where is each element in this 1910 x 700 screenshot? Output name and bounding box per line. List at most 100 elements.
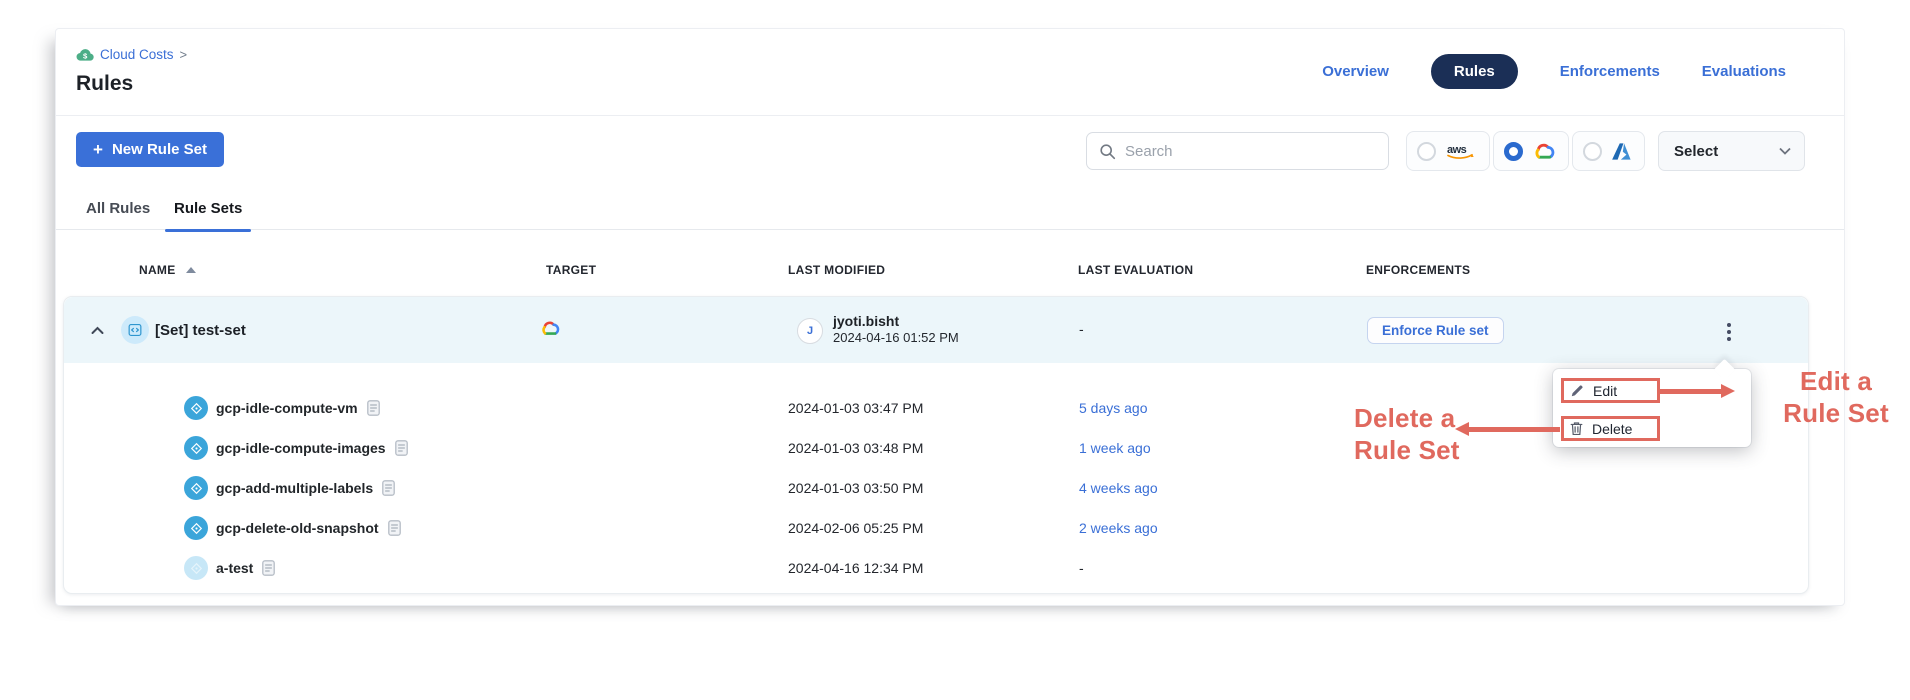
provider-filter-gcp[interactable] <box>1493 131 1569 171</box>
annotation-delete-line2: Rule Set <box>1354 434 1460 466</box>
annotation-arrow-to-edit <box>1660 389 1722 394</box>
notes-icon[interactable] <box>262 560 275 576</box>
azure-logo-icon <box>1610 142 1632 161</box>
rule-set-last-evaluation: - <box>1079 321 1084 337</box>
rule-set-group: [Set] test-set J jyoti.bisht 2024-04-16 … <box>63 296 1809 594</box>
svg-text:$: $ <box>83 51 88 60</box>
collapse-chevron-up-icon[interactable] <box>88 321 106 339</box>
rule-set-icon <box>121 316 149 344</box>
rule-icon <box>184 516 208 540</box>
radio-unselected-icon <box>1583 142 1602 161</box>
nav-evaluations[interactable]: Evaluations <box>1702 63 1786 80</box>
rule-last-modified: 2024-01-03 03:47 PM <box>788 400 923 416</box>
rule-name: gcp-add-multiple-labels <box>216 480 373 496</box>
search-box <box>1086 132 1389 170</box>
rule-name-wrap: gcp-idle-compute-images <box>216 428 408 468</box>
rule-row[interactable]: a-test 2024-04-16 12:34 PM - <box>64 548 1808 588</box>
modified-at-time: 2024-04-16 01:52 PM <box>833 330 959 346</box>
provider-filter-azure[interactable] <box>1572 131 1645 171</box>
menu-item-delete-label: Delete <box>1592 421 1632 437</box>
pencil-icon <box>1570 384 1584 398</box>
cloud-costs-icon: $ <box>76 48 94 62</box>
header: $ Cloud Costs > Rules Overview Rules Enf… <box>56 29 1844 116</box>
tab-all-rules[interactable]: All Rules <box>86 186 150 230</box>
annotation-edit-line2: Rule Set <box>1748 397 1910 429</box>
annotation-edit-a-rule-set: Edit a Rule Set <box>1748 365 1910 429</box>
rules-list: gcp-idle-compute-vm 2024-01-03 03:47 PM … <box>64 388 1808 588</box>
rule-icon <box>184 396 208 420</box>
main-card: $ Cloud Costs > Rules Overview Rules Enf… <box>55 28 1845 606</box>
new-rule-set-button[interactable]: + New Rule Set <box>76 132 224 167</box>
tab-rule-sets[interactable]: Rule Sets <box>174 186 242 230</box>
rule-name-wrap: gcp-add-multiple-labels <box>216 468 395 508</box>
nav-enforcements[interactable]: Enforcements <box>1560 63 1660 80</box>
svg-text:aws: aws <box>1447 144 1467 156</box>
column-header-name[interactable]: NAME <box>139 263 196 277</box>
rule-row[interactable]: gcp-add-multiple-labels 2024-01-03 03:50… <box>64 468 1808 508</box>
radio-selected-icon <box>1504 142 1523 161</box>
rule-set-row[interactable]: [Set] test-set J jyoti.bisht 2024-04-16 … <box>64 297 1808 363</box>
rule-name: a-test <box>216 560 253 576</box>
rule-last-evaluation[interactable]: - <box>1079 560 1084 576</box>
provider-filter-aws[interactable]: aws <box>1406 131 1490 171</box>
sort-asc-icon <box>186 267 196 273</box>
menu-item-edit-label: Edit <box>1593 383 1617 399</box>
column-header-last-evaluation: LAST EVALUATION <box>1078 263 1193 277</box>
notes-icon[interactable] <box>395 440 408 456</box>
rule-row[interactable]: gcp-delete-old-snapshot 2024-02-06 05:25… <box>64 508 1808 548</box>
rule-name-wrap: gcp-idle-compute-vm <box>216 388 380 428</box>
rule-row[interactable]: gcp-idle-compute-images 2024-01-03 03:48… <box>64 428 1808 468</box>
notes-icon[interactable] <box>388 520 401 536</box>
menu-item-edit[interactable]: Edit <box>1561 378 1660 403</box>
last-modified-cell: jyoti.bisht 2024-04-16 01:52 PM <box>833 313 959 346</box>
rule-last-modified: 2024-02-06 05:25 PM <box>788 520 923 536</box>
nav-rules[interactable]: Rules <box>1431 54 1518 89</box>
rule-last-evaluation[interactable]: 1 week ago <box>1079 440 1151 456</box>
column-header-enforcements: ENFORCEMENTS <box>1366 263 1470 277</box>
radio-unselected-icon <box>1417 142 1436 161</box>
rule-last-modified: 2024-01-03 03:48 PM <box>788 440 923 456</box>
rule-last-modified: 2024-04-16 12:34 PM <box>788 560 923 576</box>
page-title: Rules <box>76 72 133 96</box>
gcp-logo-icon <box>1531 141 1556 162</box>
rule-name: gcp-idle-compute-vm <box>216 400 358 416</box>
new-rule-set-label: New Rule Set <box>112 141 207 158</box>
trash-icon <box>1570 421 1583 436</box>
aws-logo-icon: aws <box>1444 142 1476 161</box>
cloud-account-select[interactable]: Select <box>1658 131 1805 171</box>
rule-last-evaluation[interactable]: 4 weeks ago <box>1079 480 1158 496</box>
rule-row[interactable]: gcp-idle-compute-vm 2024-01-03 03:47 PM … <box>64 388 1808 428</box>
table-header: NAME TARGET LAST MODIFIED LAST EVALUATIO… <box>56 254 1844 296</box>
notes-icon[interactable] <box>382 480 395 496</box>
rule-icon <box>184 476 208 500</box>
column-header-last-modified: LAST MODIFIED <box>788 263 885 277</box>
annotation-edit-line1: Edit a <box>1748 365 1910 397</box>
search-input[interactable] <box>1125 143 1376 160</box>
rule-last-evaluation[interactable]: 2 weeks ago <box>1079 520 1158 536</box>
rule-icon <box>184 556 208 580</box>
column-header-target: TARGET <box>546 263 596 277</box>
kebab-menu-icon[interactable] <box>1716 319 1742 345</box>
enforce-rule-set-button[interactable]: Enforce Rule set <box>1367 317 1504 344</box>
rule-last-evaluation[interactable]: 5 days ago <box>1079 400 1148 416</box>
tab-bar: All Rules Rule Sets <box>56 186 1844 230</box>
toolbar: + New Rule Set aws <box>56 116 1844 186</box>
rule-name-wrap: a-test <box>216 548 275 588</box>
modified-by-user: jyoti.bisht <box>833 313 959 329</box>
breadcrumb: $ Cloud Costs > <box>76 47 187 62</box>
menu-item-delete[interactable]: Delete <box>1561 416 1660 441</box>
annotation-delete-a-rule-set: Delete a Rule Set <box>1354 402 1460 466</box>
breadcrumb-separator: > <box>180 47 188 62</box>
rule-name: gcp-idle-compute-images <box>216 440 386 456</box>
plus-icon: + <box>93 140 103 160</box>
context-menu: Edit Delete <box>1553 369 1751 447</box>
rule-icon <box>184 436 208 460</box>
breadcrumb-cloud-costs-link[interactable]: Cloud Costs <box>100 47 174 62</box>
annotation-delete-line1: Delete a <box>1354 402 1460 434</box>
annotation-arrow-to-delete <box>1468 427 1560 432</box>
gcp-target-icon <box>538 319 561 343</box>
nav-overview[interactable]: Overview <box>1322 63 1389 80</box>
notes-icon[interactable] <box>367 400 380 416</box>
rule-set-name: [Set] test-set <box>155 322 246 339</box>
avatar: J <box>797 318 823 344</box>
